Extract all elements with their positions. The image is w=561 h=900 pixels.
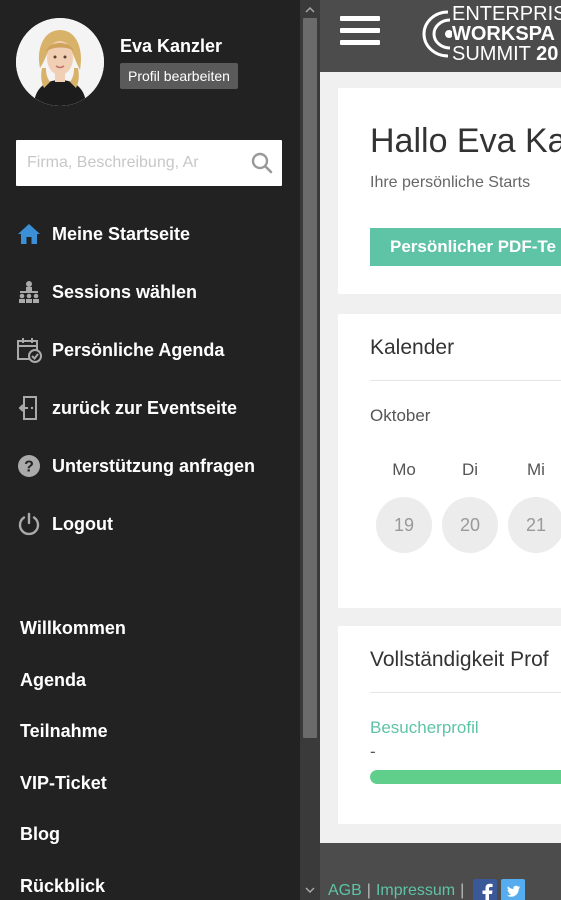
sidebar: Eva Kanzler Profil bearbeiten Meine Star…	[0, 0, 300, 900]
sessions-icon	[16, 279, 42, 305]
nav-rueckblick[interactable]: Rückblick	[20, 861, 126, 900]
footer: AGB | Impressum |	[320, 843, 561, 900]
menu-item-logout[interactable]: Logout	[0, 495, 300, 553]
agb-link[interactable]: AGB	[328, 882, 362, 900]
logo-text-line3: SUMMIT 20	[452, 44, 558, 64]
edit-profile-button[interactable]: Profil bearbeiten	[120, 62, 238, 89]
menu-label: Logout	[52, 513, 113, 534]
calendar-title: Kalender	[370, 336, 455, 359]
menu-label: zurück zur Eventseite	[52, 397, 238, 418]
completeness-title: Vollständigkeit Prof	[370, 648, 549, 671]
weekday-label: Di	[461, 460, 479, 479]
impressum-link[interactable]: Impressum	[376, 882, 455, 900]
search-icon[interactable]	[242, 140, 282, 186]
nav-teilnahme[interactable]: Teilnahme	[20, 706, 126, 758]
help-icon: ?	[16, 453, 42, 479]
svg-text:?: ?	[24, 459, 34, 476]
top-bar: ENTERPRISE WORKSPA SUMMIT 20	[320, 0, 561, 72]
pdf-ticket-button[interactable]: Persönlicher PDF-Te	[370, 228, 561, 266]
scroll-thumb[interactable]	[303, 18, 317, 738]
menu-label: Persönliche Agenda	[52, 339, 225, 360]
welcome-subtitle: Ihre persönliche Starts	[370, 174, 531, 191]
hamburger-menu-icon[interactable]	[340, 16, 380, 50]
profile-progress-bar	[370, 770, 561, 784]
avatar[interactable]	[16, 18, 104, 106]
weekday-label: Mi	[527, 460, 545, 479]
main-menu: Meine Startseite Sessions wählen Persönl…	[0, 205, 300, 553]
calendar-day[interactable]: 20	[442, 497, 498, 553]
home-icon	[16, 221, 42, 247]
logo-text-line1: ENTERPRISE	[452, 3, 561, 25]
sidebar-scrollbar[interactable]	[300, 0, 320, 900]
scroll-up-icon[interactable]	[300, 2, 320, 18]
nav-vip-ticket[interactable]: VIP-Ticket	[20, 758, 126, 810]
menu-item-support[interactable]: ? Unterstützung anfragen	[0, 437, 300, 495]
footer-separator: |	[460, 882, 465, 899]
event-nav: Willkommen Agenda Teilnahme VIP-Ticket B…	[20, 603, 126, 900]
logo-summit: SUMMIT	[452, 43, 531, 65]
nav-willkommen[interactable]: Willkommen	[20, 603, 126, 655]
power-icon	[16, 511, 42, 537]
search-box	[16, 140, 282, 186]
divider	[370, 692, 561, 693]
search-input[interactable]	[16, 140, 242, 186]
calendar-month: Oktober	[370, 406, 431, 425]
visitor-profile-link[interactable]: Besucherprofil	[370, 718, 479, 738]
calendar-day[interactable]: 21	[508, 497, 561, 553]
welcome-card: Hallo Eva Ka Ihre persönliche Starts Per…	[338, 88, 561, 294]
calendar-card: Kalender Oktober Mo Di Mi 19 20 21	[338, 314, 561, 608]
nav-blog[interactable]: Blog	[20, 809, 126, 861]
event-logo[interactable]: ENTERPRISE WORKSPA SUMMIT 20	[420, 2, 561, 66]
exit-icon	[16, 395, 42, 421]
user-name: Eva Kanzler	[120, 35, 223, 56]
calendar-icon	[16, 337, 42, 363]
page-title: Hallo Eva Ka	[370, 122, 561, 160]
twitter-icon[interactable]	[501, 879, 526, 900]
scroll-down-icon[interactable]	[300, 882, 320, 898]
menu-item-sessions[interactable]: Sessions wählen	[0, 263, 300, 321]
nav-agenda[interactable]: Agenda	[20, 655, 126, 707]
menu-item-agenda[interactable]: Persönliche Agenda	[0, 321, 300, 379]
weekday-label: Mo	[392, 460, 416, 479]
profile-block: Eva Kanzler Profil bearbeiten	[16, 18, 238, 106]
menu-label: Unterstützung anfragen	[52, 455, 256, 476]
logo-year: 20	[536, 43, 559, 65]
menu-label: Sessions wählen	[52, 281, 198, 302]
logo-text-line2: WORKSPA	[452, 23, 555, 45]
menu-item-eventseite[interactable]: zurück zur Eventseite	[0, 379, 300, 437]
calendar-day[interactable]: 19	[376, 497, 432, 553]
visitor-profile-value: -	[370, 742, 376, 761]
progress-fill	[370, 770, 561, 784]
main-content: ENTERPRISE WORKSPA SUMMIT 20 Hallo Eva K…	[320, 0, 561, 900]
menu-label: Meine Startseite	[52, 223, 191, 244]
profile-completeness-card: Vollständigkeit Prof Besucherprofil -	[338, 626, 561, 824]
footer-separator: |	[366, 882, 371, 899]
facebook-icon[interactable]	[473, 879, 498, 900]
menu-item-startseite[interactable]: Meine Startseite	[0, 205, 300, 263]
divider	[370, 380, 561, 381]
